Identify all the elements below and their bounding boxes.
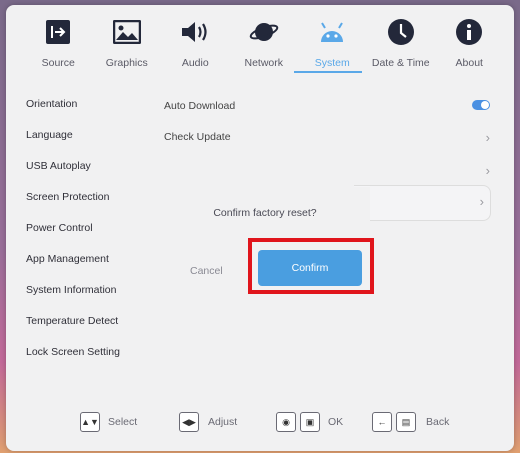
speaker-icon [180, 17, 210, 47]
chevron-right-icon: › [485, 129, 490, 145]
dialog-message: Confirm factory reset? [213, 207, 317, 219]
confirm-highlight-box [248, 238, 374, 294]
auto-download-toggle[interactable] [472, 100, 490, 110]
menu-key-icon: ▤ [396, 412, 416, 432]
tab-system[interactable]: System [298, 15, 367, 77]
info-icon [454, 17, 484, 47]
menu-item-system-information[interactable]: System Information [26, 279, 156, 310]
tab-label: Source [41, 57, 75, 69]
menu-item-app-management[interactable]: App Management [26, 248, 156, 279]
up-down-key-icon: ▲▼ [80, 412, 100, 432]
check-update-row[interactable]: Check Update › [164, 122, 492, 152]
left-right-key-icon: ◀▶ [179, 412, 199, 432]
select-hint: Select [108, 416, 138, 428]
tab-label: Date & Time [371, 57, 430, 69]
ok-key-icon: ◉ [276, 412, 296, 432]
planet-icon [249, 17, 279, 47]
auto-download-row[interactable]: Auto Download [164, 91, 492, 121]
tab-source[interactable]: Source [24, 15, 93, 77]
tab-label: Graphics [105, 57, 148, 69]
menu-item-temperature-detect[interactable]: Temperature Detect [26, 310, 156, 341]
settings-row[interactable]: › [164, 155, 492, 185]
back-hint: Back [426, 416, 450, 428]
menu-item-screen-protection[interactable]: Screen Protection [26, 186, 156, 217]
back-arrow-key-icon: ← [372, 412, 392, 432]
bottom-hint-bar: ▲▼ Select ◀▶ Adjust ◉ ▣ OK ← ▤ Back [0, 412, 520, 436]
ok-hint: OK [328, 416, 344, 428]
tab-label: System [314, 57, 350, 69]
side-menu: Orientation Language USB Autoplay Screen… [26, 93, 156, 372]
settings-panel: Source Graphics Audio Network System Dat… [6, 5, 514, 451]
chevron-right-icon: › [479, 194, 484, 209]
auto-download-label: Auto Download [164, 100, 236, 112]
check-update-label: Check Update [164, 131, 231, 143]
tab-graphics[interactable]: Graphics [93, 15, 162, 77]
menu-item-lock-screen-setting[interactable]: Lock Screen Setting [26, 341, 156, 372]
adjust-hint: Adjust [208, 416, 238, 428]
active-tab-indicator [294, 71, 362, 73]
top-tabs: Source Graphics Audio Network System Dat… [24, 15, 504, 77]
settings-row-highlighted[interactable]: › [354, 185, 491, 221]
chevron-right-icon: › [485, 162, 490, 178]
tab-label: Network [244, 57, 283, 69]
menu-item-language[interactable]: Language [26, 124, 156, 155]
menu-item-power-control[interactable]: Power Control [26, 217, 156, 248]
tab-label: About [455, 57, 483, 69]
cancel-button[interactable]: Cancel [190, 265, 223, 277]
image-icon [112, 17, 142, 47]
android-icon [317, 17, 347, 47]
menu-item-usb-autoplay[interactable]: USB Autoplay [26, 155, 156, 186]
menu-item-orientation[interactable]: Orientation [26, 93, 156, 124]
input-source-icon [43, 17, 73, 47]
tab-about[interactable]: About [435, 15, 504, 77]
tab-audio[interactable]: Audio [161, 15, 230, 77]
clock-icon [386, 17, 416, 47]
tab-network[interactable]: Network [230, 15, 299, 77]
tab-label: Audio [181, 57, 209, 69]
tab-date-time[interactable]: Date & Time [367, 15, 436, 77]
remote-key-icon: ▣ [300, 412, 320, 432]
